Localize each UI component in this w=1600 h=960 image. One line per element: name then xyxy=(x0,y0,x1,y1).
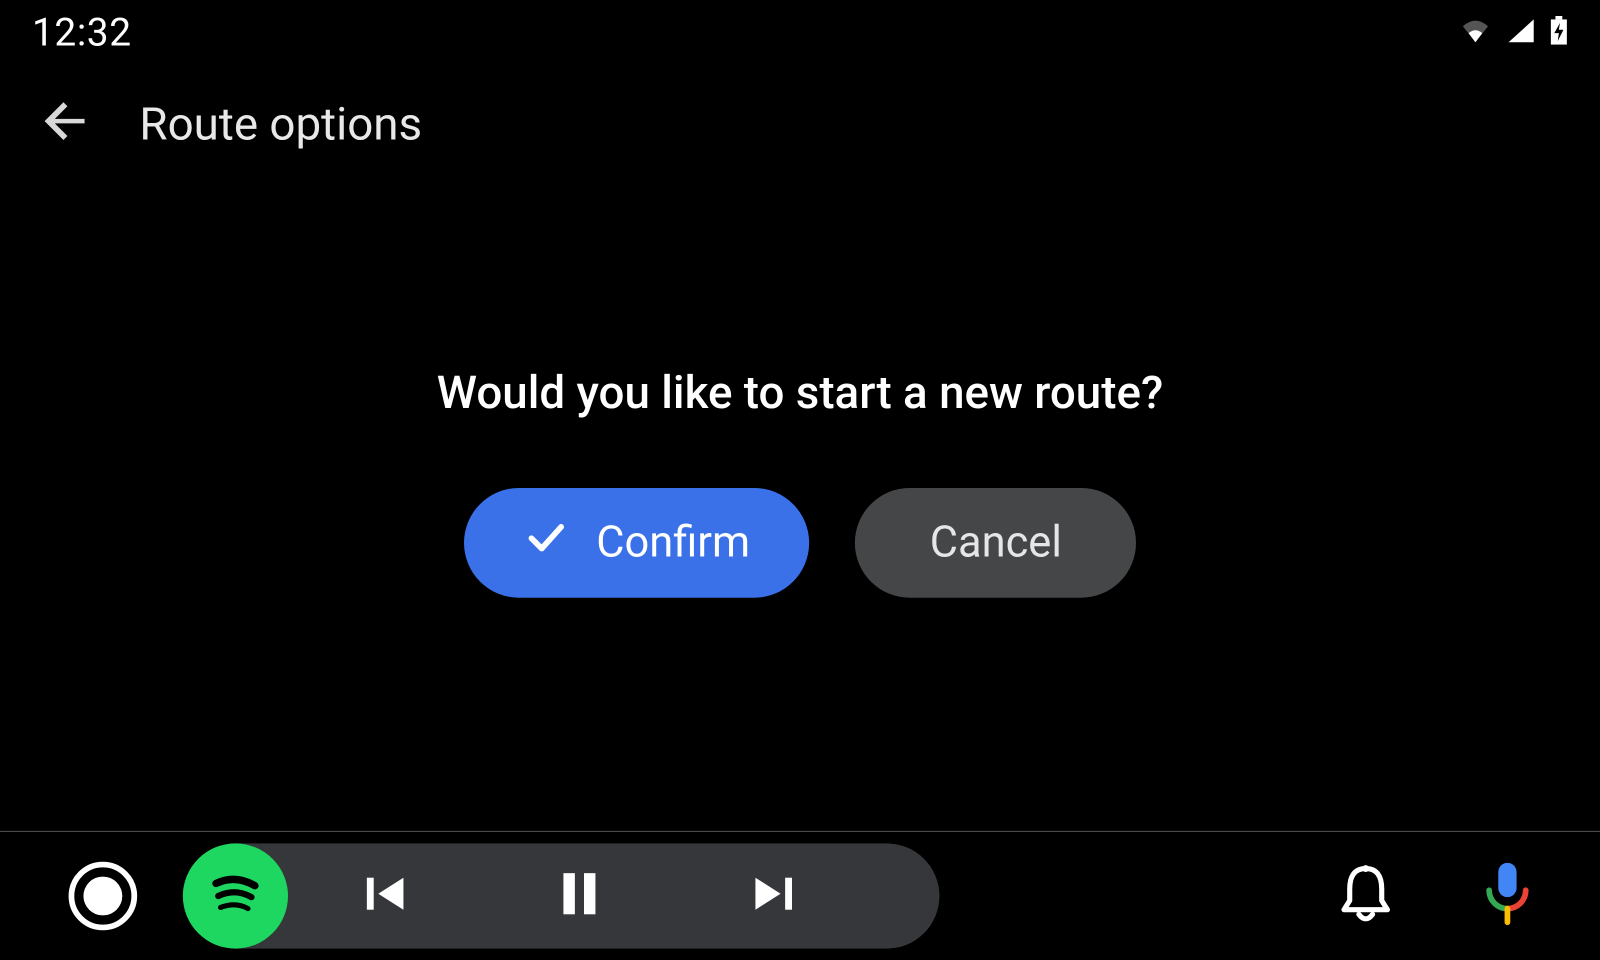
skip-next-icon xyxy=(749,869,799,924)
spotify-icon xyxy=(202,861,268,932)
skip-previous-icon xyxy=(360,869,410,924)
previous-track-button[interactable] xyxy=(288,843,482,948)
wifi-icon xyxy=(1458,17,1492,49)
status-bar: 12:32 xyxy=(0,0,1600,66)
header: Route options xyxy=(0,66,1600,180)
dialog-content: Would you like to start a new route? Con… xyxy=(0,181,1600,829)
cancel-button[interactable]: Cancel xyxy=(855,488,1136,598)
pause-icon xyxy=(557,869,603,924)
confirm-label: Confirm xyxy=(596,518,750,568)
notifications-button[interactable] xyxy=(1339,864,1392,928)
arrow-left-icon xyxy=(39,94,94,153)
spotify-button[interactable] xyxy=(183,843,288,948)
dialog-prompt: Would you like to start a new route? xyxy=(437,366,1163,420)
nav-bar xyxy=(0,832,1600,960)
check-icon xyxy=(523,514,569,571)
bell-icon xyxy=(1339,906,1392,928)
media-controls xyxy=(183,843,940,948)
back-button[interactable] xyxy=(32,89,101,158)
next-track-button[interactable] xyxy=(677,843,871,948)
confirm-button[interactable]: Confirm xyxy=(464,488,810,598)
cancel-label: Cancel xyxy=(930,518,1062,568)
status-icons xyxy=(1458,16,1568,50)
launcher-button[interactable] xyxy=(69,862,138,931)
microphone-icon xyxy=(1483,910,1531,932)
cellular-icon xyxy=(1506,17,1536,49)
status-time: 12:32 xyxy=(32,10,132,56)
page-title: Route options xyxy=(139,97,422,151)
voice-assistant-button[interactable] xyxy=(1483,861,1531,932)
dialog-actions: Confirm Cancel xyxy=(464,488,1137,598)
pause-button[interactable] xyxy=(482,843,676,948)
battery-charging-icon xyxy=(1550,16,1568,50)
